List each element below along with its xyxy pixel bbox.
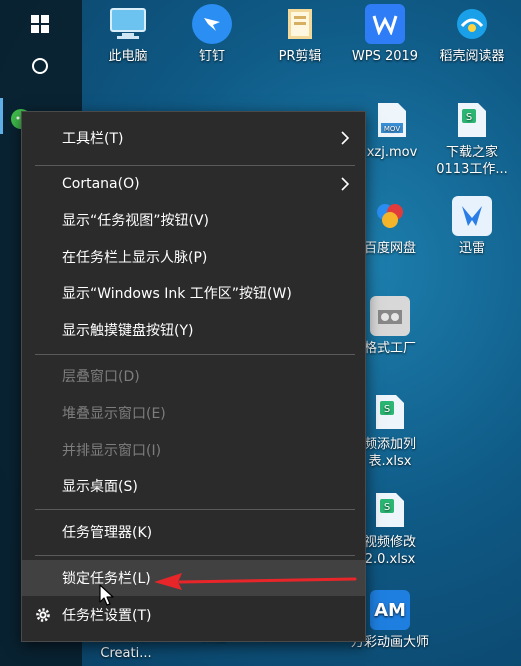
format-factory-icon — [370, 296, 410, 336]
menu-item-cortana[interactable]: Cortana(O) — [22, 166, 365, 202]
cortana-button[interactable] — [0, 42, 82, 90]
desktop-icon-label: 下载之家 0113工作... — [436, 145, 508, 177]
gear-icon — [36, 608, 50, 622]
cortana-circle-icon — [32, 58, 48, 74]
dingtalk-icon — [192, 4, 232, 44]
annotation-arrow-icon — [154, 573, 357, 590]
folder-icon — [280, 4, 320, 44]
desktop-icon-label: 稻壳阅读器 — [439, 49, 505, 64]
menu-item-label: 堆叠显示窗口(E) — [62, 406, 166, 422]
baidu-netdisk-icon — [370, 196, 410, 236]
windows-start-icon — [31, 15, 49, 33]
xlsx-file-icon: S — [370, 392, 410, 432]
desktop-icon-dingtalk[interactable]: 钉钉 — [172, 4, 252, 65]
xunlei-icon — [452, 196, 492, 236]
svg-text:S: S — [466, 112, 472, 123]
wps-icon — [365, 4, 405, 44]
menu-item-label: 显示“任务视图”按钮(V) — [62, 213, 210, 229]
svg-text:S: S — [384, 404, 390, 415]
menu-separator — [35, 509, 355, 510]
desktop-icon-this-pc[interactable]: 此电脑 — [88, 4, 168, 65]
taskbar-context-menu: 工具栏(T) Cortana(O) 显示“任务视图”按钮(V) 在任务栏上显示人… — [21, 111, 366, 642]
desktop-icon-pr-folder[interactable]: PR剪辑 — [260, 4, 340, 65]
xlsx-file-icon: S — [370, 490, 410, 530]
desktop-icon-xunlei[interactable]: 迅雷 — [432, 196, 512, 257]
menu-item-label: 显示触摸键盘按钮(Y) — [62, 323, 194, 339]
menu-item-label: 任务管理器(K) — [62, 525, 153, 541]
computer-icon — [108, 4, 148, 44]
menu-item-label: 在任务栏上显示人脉(P) — [62, 250, 208, 266]
menu-item-toolbars[interactable]: 工具栏(T) — [22, 120, 365, 156]
chevron-right-icon — [341, 177, 350, 191]
desktop-icon-xzj-xlsx[interactable]: S 下载之家 0113工作... — [432, 100, 512, 178]
menu-item-task-manager[interactable]: 任务管理器(K) — [22, 514, 365, 550]
menu-item-label: 并排显示窗口(I) — [62, 443, 162, 459]
menu-item-side-by-side-windows: 并排显示窗口(I) — [22, 432, 365, 468]
menu-item-show-task-view[interactable]: 显示“任务视图”按钮(V) — [22, 202, 365, 238]
mouse-cursor-icon — [99, 584, 114, 606]
menu-item-label: 任务栏设置(T) — [62, 608, 152, 624]
svg-text:MOV: MOV — [384, 125, 400, 133]
menu-separator — [35, 555, 355, 556]
menu-item-taskbar-settings[interactable]: 任务栏设置(T) — [22, 597, 365, 633]
xlsx-file-icon: S — [452, 100, 492, 140]
start-button[interactable] — [0, 0, 82, 48]
desktop-icon-label: PR剪辑 — [278, 49, 322, 64]
menu-separator — [35, 354, 355, 355]
menu-item-show-people[interactable]: 在任务栏上显示人脉(P) — [22, 239, 365, 275]
menu-item-label: 工具栏(T) — [62, 131, 124, 147]
desktop-icon-label: 钉钉 — [198, 49, 225, 64]
menu-item-stack-windows: 堆叠显示窗口(E) — [22, 395, 365, 431]
docer-reader-icon — [452, 4, 492, 44]
chevron-right-icon — [341, 131, 350, 145]
menu-item-label: 显示桌面(S) — [62, 479, 138, 495]
menu-item-label: Cortana(O) — [62, 176, 140, 192]
mov-file-icon: MOV — [372, 100, 412, 140]
animation-master-icon: AM — [370, 590, 410, 630]
menu-item-cascade-windows: 层叠窗口(D) — [22, 358, 365, 394]
menu-item-label: 显示“Windows Ink 工作区”按钮(W) — [62, 286, 292, 302]
menu-item-show-windows-ink[interactable]: 显示“Windows Ink 工作区”按钮(W) — [22, 275, 365, 311]
desktop-icon-label: 迅雷 — [458, 241, 485, 256]
desktop-icon-label: WPS 2019 — [351, 49, 419, 64]
svg-text:S: S — [384, 502, 390, 513]
menu-item-show-desktop[interactable]: 显示桌面(S) — [22, 468, 365, 504]
desktop-icon-docer-reader[interactable]: 稻壳阅读器 — [432, 4, 512, 65]
desktop-icon-wps[interactable]: WPS 2019 — [345, 4, 425, 65]
desktop-icon-label: 此电脑 — [108, 49, 148, 64]
menu-item-label: 层叠窗口(D) — [62, 369, 140, 385]
menu-item-show-touch-keyboard[interactable]: 显示触摸键盘按钮(Y) — [22, 312, 365, 348]
